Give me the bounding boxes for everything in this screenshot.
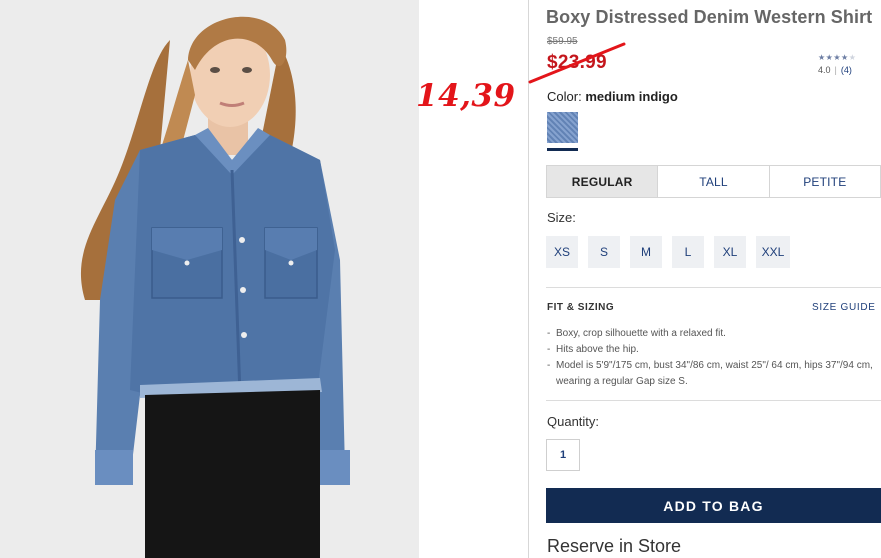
rating-separator: | xyxy=(834,65,837,75)
color-label-text: Color: xyxy=(547,89,582,104)
product-image[interactable] xyxy=(0,0,419,558)
quantity-label: Quantity: xyxy=(547,414,600,429)
handwritten-strike-line xyxy=(528,42,626,84)
color-value: medium indigo xyxy=(585,89,678,104)
list-item: Model is 5'9"/175 cm, bust 34"/86 cm, wa… xyxy=(547,358,877,390)
list-item: Hits above the hip. xyxy=(547,342,877,358)
size-xl-button[interactable]: XL xyxy=(714,236,746,268)
fit-sizing-heading: FIT & SIZING xyxy=(547,302,615,313)
fit-details-list: Boxy, crop silhouette with a relaxed fit… xyxy=(547,326,877,390)
rating-value: 4.0 xyxy=(818,65,831,75)
review-count-link[interactable]: (4) xyxy=(841,65,852,75)
tab-regular[interactable]: REGULAR xyxy=(547,166,658,197)
list-item: Boxy, crop silhouette with a relaxed fit… xyxy=(547,326,877,342)
product-title: Boxy Distressed Denim Western Shirt xyxy=(546,7,873,27)
size-l-button[interactable]: L xyxy=(672,236,704,268)
quantity-input[interactable]: 1 xyxy=(546,439,580,471)
size-xs-button[interactable]: XS xyxy=(546,236,578,268)
size-m-button[interactable]: M xyxy=(630,236,662,268)
star-filled-icons: ★★★★ xyxy=(818,53,849,62)
rating-summary[interactable]: ★★★★★ 4.0 | (4) xyxy=(818,53,856,75)
size-options: XS S M L XL XXL xyxy=(546,236,790,268)
size-xxl-button[interactable]: XXL xyxy=(756,236,790,268)
color-swatch-medium-indigo[interactable] xyxy=(547,112,578,143)
size-guide-link[interactable]: SIZE GUIDE xyxy=(812,302,876,313)
reserve-in-store-link[interactable]: Reserve in Store xyxy=(547,536,681,557)
swatch-selected-indicator xyxy=(547,148,578,151)
add-to-bag-button[interactable]: ADD TO BAG xyxy=(546,488,881,523)
tab-tall[interactable]: TALL xyxy=(657,166,768,197)
handwritten-price-annotation: 14,39 xyxy=(416,78,516,114)
fit-type-tabs: REGULAR TALL PETITE xyxy=(546,165,881,198)
color-label: Color: medium indigo xyxy=(547,89,678,104)
model-photo-illustration xyxy=(0,0,419,558)
section-divider xyxy=(546,287,881,288)
rating-stars: ★★★★★ xyxy=(818,53,856,62)
size-label: Size: xyxy=(547,210,576,225)
size-s-button[interactable]: S xyxy=(588,236,620,268)
section-divider xyxy=(546,400,881,401)
star-empty-icon: ★ xyxy=(848,53,857,62)
tab-petite[interactable]: PETITE xyxy=(768,166,880,197)
